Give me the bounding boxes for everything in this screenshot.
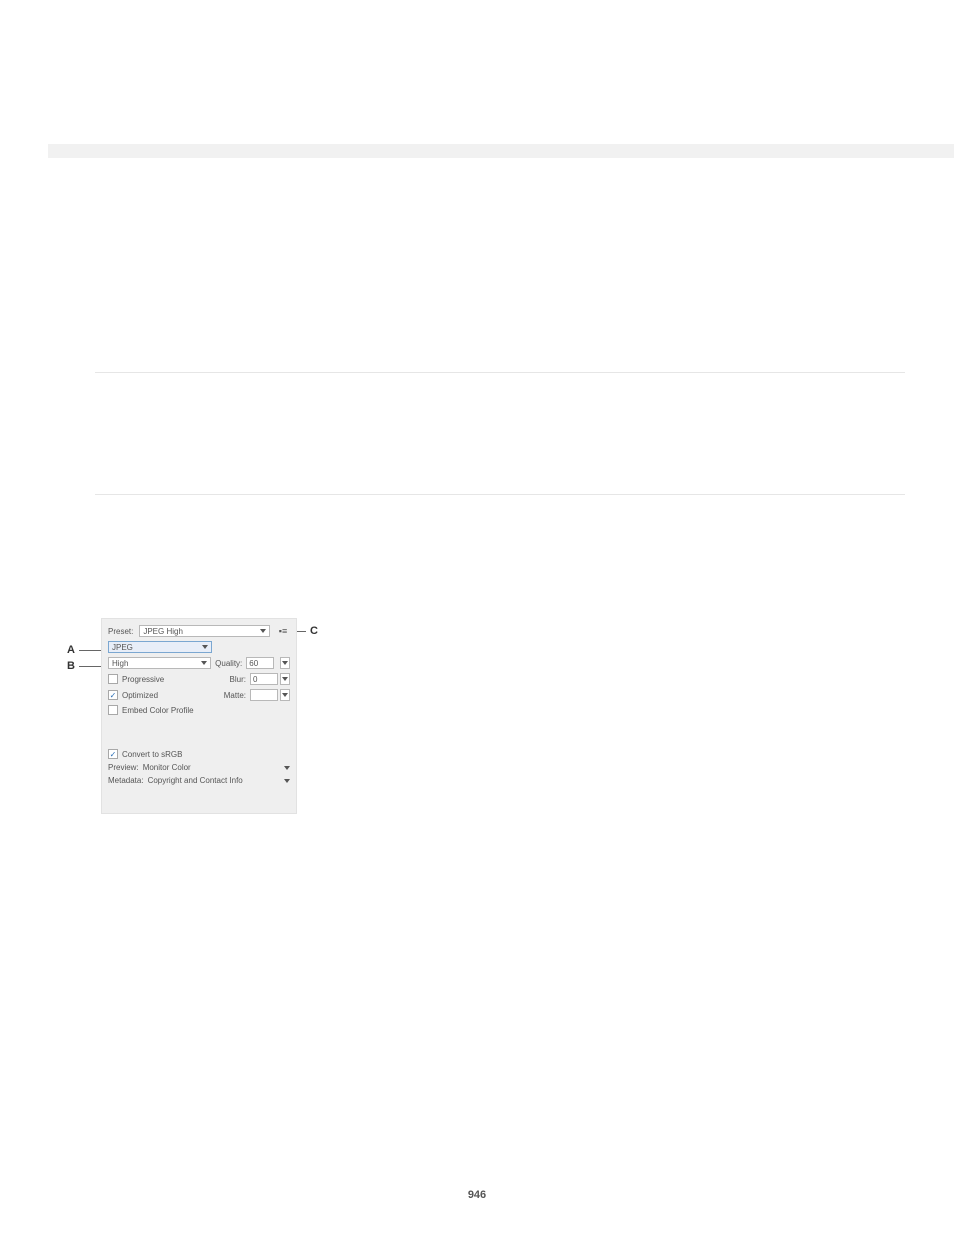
- metadata-value: Copyright and Contact Info: [148, 776, 243, 785]
- callout-b-label: B: [67, 660, 75, 672]
- progressive-checkbox[interactable]: [108, 674, 118, 684]
- blur-input[interactable]: 0: [250, 673, 278, 685]
- convert-srgb-checkbox[interactable]: ✓: [108, 749, 118, 759]
- embed-color-label: Embed Color Profile: [122, 706, 194, 715]
- chevron-down-icon: [282, 661, 288, 665]
- callout-line: [79, 650, 103, 651]
- chevron-down-icon: [282, 677, 288, 681]
- matte-dropdown-button[interactable]: [280, 689, 290, 701]
- chevron-down-icon: [202, 645, 208, 649]
- optimized-checkbox[interactable]: ✓: [108, 690, 118, 700]
- file-format-dropdown[interactable]: JPEG: [108, 641, 212, 653]
- quality-input[interactable]: 60: [246, 657, 274, 669]
- format-value: JPEG: [112, 643, 133, 652]
- callout-a: A: [67, 644, 103, 656]
- preview-value: Monitor Color: [143, 763, 191, 772]
- preset-value: JPEG High: [143, 627, 183, 636]
- preset-dropdown[interactable]: JPEG High: [139, 625, 270, 637]
- divider: [95, 494, 905, 495]
- blur-label: Blur:: [230, 675, 246, 684]
- preset-label: Preset:: [108, 627, 133, 636]
- metadata-label: Metadata:: [108, 776, 144, 785]
- convert-srgb-label: Convert to sRGB: [122, 750, 182, 759]
- save-for-web-panel: Preset: JPEG High ▪≡ JPEG High Quality: …: [101, 618, 297, 814]
- page-number: 946: [0, 1189, 954, 1201]
- progressive-label: Progressive: [122, 675, 164, 684]
- callout-b: B: [67, 660, 103, 672]
- compression-quality-dropdown[interactable]: High: [108, 657, 211, 669]
- chevron-down-icon: [260, 629, 266, 633]
- embed-color-profile-checkbox[interactable]: [108, 705, 118, 715]
- chevron-down-icon: [282, 693, 288, 697]
- quality-value: 60: [249, 659, 258, 668]
- optimize-menu-icon[interactable]: ▪≡: [276, 625, 290, 637]
- blur-slider-button[interactable]: [280, 673, 290, 685]
- matte-swatch[interactable]: [250, 689, 278, 701]
- quality-preset: High: [112, 659, 128, 668]
- quality-slider-button[interactable]: [280, 657, 290, 669]
- callout-a-label: A: [67, 644, 75, 656]
- matte-label: Matte:: [224, 691, 246, 700]
- preview-dropdown[interactable]: [284, 766, 290, 770]
- blur-value: 0: [253, 675, 257, 684]
- quality-label: Quality:: [215, 659, 242, 668]
- callout-c-label: C: [310, 625, 318, 637]
- divider: [95, 372, 905, 373]
- callout-line: [79, 666, 103, 667]
- optimized-label: Optimized: [122, 691, 158, 700]
- chevron-down-icon: [201, 661, 207, 665]
- preview-label: Preview:: [108, 763, 139, 772]
- header-band: [48, 144, 954, 158]
- metadata-dropdown[interactable]: [284, 779, 290, 783]
